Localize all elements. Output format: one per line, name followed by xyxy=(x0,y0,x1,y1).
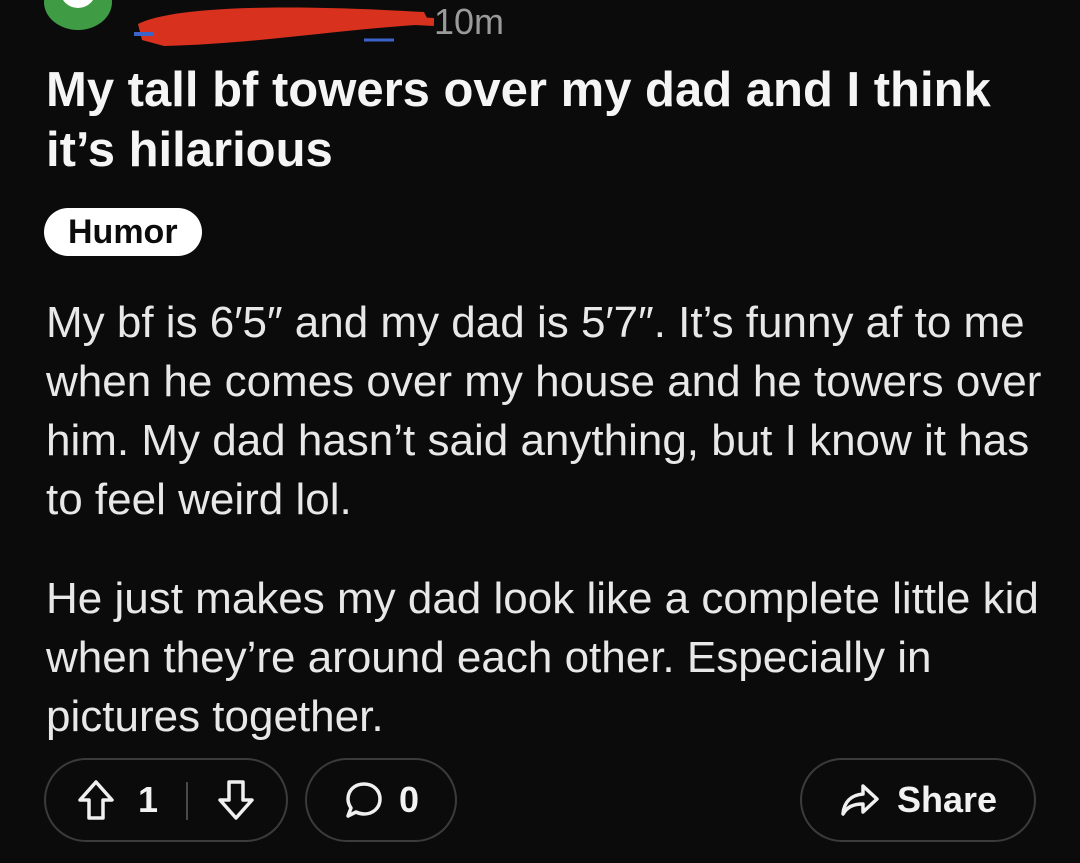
share-button[interactable]: Share xyxy=(800,758,1036,842)
vote-divider xyxy=(186,782,188,820)
post-timestamp: 10m xyxy=(434,1,505,42)
post-body-paragraph: My bf is 6′5″ and my dad is 5′7″. It’s f… xyxy=(46,298,1042,524)
downvote-icon[interactable] xyxy=(216,778,256,822)
post-title[interactable]: My tall bf towers over my dad and I thin… xyxy=(46,60,1036,180)
post-header: 10m xyxy=(0,0,1080,50)
post-flair[interactable]: Humor xyxy=(44,208,202,256)
upvote-icon[interactable] xyxy=(76,778,116,822)
post-body-paragraph: He just makes my dad look like a complet… xyxy=(46,574,1039,741)
redacted-username xyxy=(134,7,434,46)
share-label: Share xyxy=(896,779,998,820)
comment-count: 0 xyxy=(398,779,420,820)
vote-bar: 1 xyxy=(44,758,288,842)
comments-button[interactable]: 0 xyxy=(305,758,457,842)
share-icon xyxy=(841,784,879,816)
vote-score: 1 xyxy=(138,779,159,820)
avatar[interactable] xyxy=(44,0,112,30)
avatar-icon xyxy=(60,0,96,8)
comment-icon xyxy=(346,782,382,818)
